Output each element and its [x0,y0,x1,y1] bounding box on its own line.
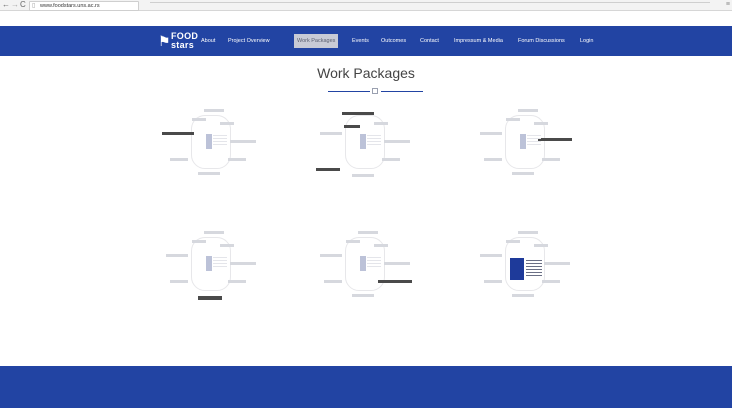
diagram-center [360,256,366,271]
diagram-node [228,158,246,161]
work-package-4-diagram[interactable] [162,222,258,312]
diagram-node [320,254,342,257]
diagram-node [324,280,342,283]
diagram-node [382,158,400,161]
work-package-6-diagram[interactable] [476,222,572,312]
browser-toolbar: ← → C ▯ www.foodstars.uns.ac.rs ≡ [0,0,732,11]
nav-forum-discussions[interactable]: Forum Discussions [518,34,565,48]
work-package-3-diagram[interactable] [476,100,572,190]
diagram-node [534,122,548,125]
diagram-node [384,262,410,265]
back-icon[interactable]: ← [2,0,10,10]
nav-about[interactable]: About [201,34,215,48]
highlighted-node [538,138,572,141]
diagram-node [230,140,256,143]
diagram-node [542,158,560,161]
diagram-center [360,134,366,149]
site-footer [0,366,732,408]
diagram-node [192,240,206,243]
nav-work-packages[interactable]: Work Packages [294,34,339,48]
diagram-node [544,262,570,265]
diagram-node [480,132,502,135]
page-icon: ▯ [32,3,36,9]
diagram-node [542,280,560,283]
reload-icon[interactable]: C [20,0,26,10]
diagram-node [512,172,534,175]
diagram-center-text [213,135,227,147]
highlighted-node [378,280,412,283]
diagram-node [170,158,188,161]
highlighted-node [198,296,222,300]
diagram-node [484,280,502,283]
diagram-node [352,174,374,177]
diagram-center [206,256,212,271]
site-header: ⚑ FOOD stars About Project Overview Work… [0,26,732,56]
diagram-node [220,244,234,247]
diagram-center-text [213,257,227,269]
highlighted-node [162,132,194,135]
work-package-1-diagram[interactable] [162,100,258,190]
address-url: www.foodstars.uns.ac.rs [40,3,100,9]
nav-events[interactable]: Events [352,34,369,48]
address-bar[interactable]: ▯ www.foodstars.uns.ac.rs [29,1,139,11]
diagram-node [192,118,206,121]
diagram-node [346,240,360,243]
nav-outcomes[interactable]: Outcomes [381,34,406,48]
diagram-node [518,231,538,234]
diagram-node [320,132,342,135]
highlighted-node [316,168,340,171]
diagram-node [230,262,256,265]
title-divider-left [328,91,370,92]
diagram-node [198,172,220,175]
diagram-node [358,231,378,234]
diagram-node [374,122,388,125]
diagram-node [518,109,538,112]
highlighted-node [344,125,360,128]
diagram-node [484,158,502,161]
diagram-center-text [367,135,381,147]
diagram-node [506,240,520,243]
diagram-node [166,254,188,257]
diagram-center [520,134,526,149]
runner-icon: ⚑ [158,33,171,49]
diagram-node [384,140,410,143]
diagram-node [352,294,374,297]
work-package-2-diagram[interactable] [316,100,412,190]
title-divider-icon [372,88,378,94]
diagram-node [480,254,502,257]
diagram-center-text [527,135,541,147]
menu-icon[interactable]: ≡ [726,0,730,10]
nav-login[interactable]: Login [580,34,593,48]
diagram-center-text [367,257,381,269]
nav-impressum-media[interactable]: Impressum & Media [454,34,503,48]
diagram-node [534,244,548,247]
highlighted-center [510,258,524,280]
page-title: Work Packages [317,65,415,81]
diagram-node [228,280,246,283]
diagram-node [506,118,520,121]
forward-icon[interactable]: → [11,0,19,10]
highlighted-node [342,112,374,115]
diagram-center [206,134,212,149]
diagram-node [170,280,188,283]
diagram-node [204,231,224,234]
work-package-5-diagram[interactable] [316,222,412,312]
nav-contact[interactable]: Contact [420,34,439,48]
diagram-node [220,122,234,125]
diagram-center-text [526,260,542,278]
diagram-node [374,244,388,247]
diagram-node [512,294,534,297]
diagram-node [204,109,224,112]
logo-word-stars: stars [171,40,195,50]
title-divider-right [381,91,423,92]
toolbar-divider [150,2,710,3]
nav-project-overview[interactable]: Project Overview [228,34,270,48]
